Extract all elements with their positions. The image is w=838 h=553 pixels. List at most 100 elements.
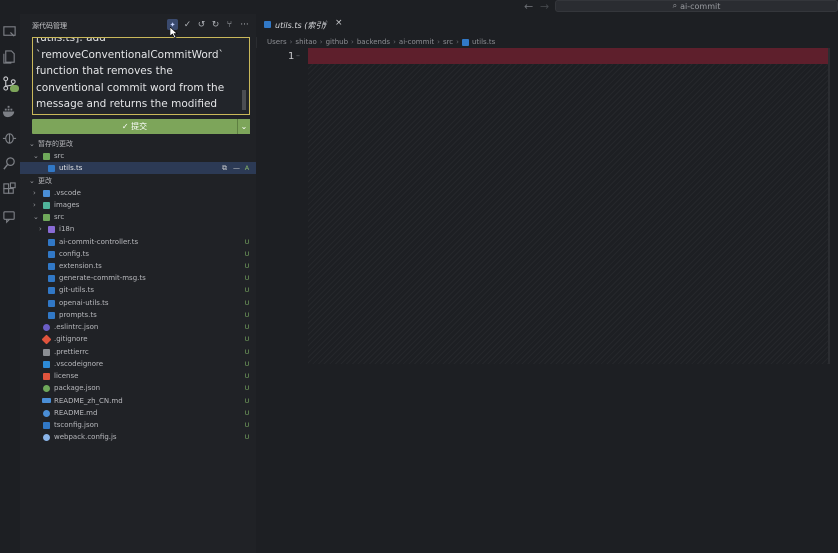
tree-row-file[interactable]: webpack.config.js U <box>20 431 256 443</box>
tree-row-folder[interactable]: › i18n <box>20 223 268 235</box>
changes-header[interactable]: ⌄ 更改 45 <box>20 175 269 187</box>
chevron-right-icon: › <box>351 38 354 46</box>
typescript-file-icon <box>48 251 55 258</box>
file-status: U <box>244 286 250 294</box>
breadcrumb-item[interactable]: ai-commit <box>399 38 434 46</box>
file-status: U <box>244 250 250 258</box>
file-status: U <box>244 323 250 331</box>
explorer-files-icon[interactable] <box>2 49 17 64</box>
typescript-file-icon <box>48 263 55 270</box>
typescript-file-icon <box>264 21 271 28</box>
commit-check-icon[interactable]: ✓ <box>182 19 193 30</box>
tree-row-label: .vscodeignore <box>54 360 104 368</box>
tree-row-label: license <box>54 372 79 380</box>
run-debug-icon[interactable] <box>2 130 17 145</box>
tree-row-file[interactable]: .vscodeignore U <box>20 358 256 370</box>
tree-row-file[interactable]: openai-utils.ts U <box>20 297 256 309</box>
breadcrumb-item[interactable]: github <box>326 38 348 46</box>
staged-folder-row[interactable]: ⌄ src <box>20 150 268 162</box>
source-control-icon[interactable] <box>2 76 19 92</box>
commit-button[interactable]: ✓ 提交 <box>32 119 237 134</box>
staged-changes-header[interactable]: ⌄ 暂存的更改 1 <box>20 138 272 150</box>
panel-title: 源代码管理 <box>32 22 67 30</box>
history-icon[interactable]: ↺ <box>196 19 207 30</box>
tree-row-file[interactable]: README_zh_CN.md U <box>20 395 256 407</box>
forward-arrow-icon[interactable]: → <box>540 0 549 13</box>
commit-message-text: [utils.ts]: add `removeConventionalCommi… <box>36 37 225 110</box>
file-status: U <box>244 311 250 319</box>
file-status: U <box>244 238 250 246</box>
chat-icon[interactable] <box>2 209 17 224</box>
back-arrow-icon[interactable]: ← <box>524 0 533 13</box>
graph-icon[interactable]: ⑂ <box>224 19 235 30</box>
commit-message-scrollbar[interactable] <box>242 90 246 110</box>
tree-row-file[interactable]: generate-commit-msg.ts U <box>20 272 256 284</box>
tree-row-folder[interactable]: › images <box>20 199 268 211</box>
commit-message-input[interactable]: [utils.ts]: add `removeConventionalCommi… <box>32 37 250 115</box>
license-file-icon <box>43 373 50 380</box>
diff-deleted-line[interactable] <box>308 48 828 64</box>
editor-scrollbar[interactable] <box>828 48 830 364</box>
file-status: U <box>244 335 250 343</box>
open-file-icon[interactable]: ⧉ <box>222 164 227 173</box>
search-icon[interactable] <box>2 156 17 171</box>
remote-explorer-icon[interactable] <box>2 24 17 39</box>
file-status: U <box>244 262 250 270</box>
file-status: U <box>244 384 250 392</box>
tree-row-file[interactable]: .eslintrc.json U <box>20 321 256 333</box>
tree-row-folder[interactable]: › .vscode <box>20 187 268 199</box>
typescript-file-icon <box>48 275 55 282</box>
commit-dropdown-chevron-icon[interactable]: ⌄ <box>237 119 250 134</box>
tree-row-file[interactable]: prompts.ts U <box>20 309 256 321</box>
refresh-icon[interactable]: ↻ <box>210 19 221 30</box>
typescript-file-icon <box>48 165 55 172</box>
tsconfig-file-icon <box>43 422 50 429</box>
tree-row-label: README_zh_CN.md <box>54 397 123 405</box>
extensions-icon[interactable] <box>2 182 17 197</box>
command-center-label: ai-commit <box>680 1 721 11</box>
tree-row-label: tsconfig.json <box>54 421 99 429</box>
breadcrumb-item[interactable]: backends <box>357 38 390 46</box>
breadcrumb-item[interactable]: utils.ts <box>472 38 495 46</box>
breadcrumb-item[interactable]: shitao <box>295 38 316 46</box>
fold-indicator-icon[interactable]: – <box>296 51 300 60</box>
tree-row-label: .vscode <box>54 189 81 197</box>
tree-row-file[interactable]: extension.ts U <box>20 260 256 272</box>
editor-tab[interactable]: utils.ts (索引) 🔓︎ × <box>256 17 348 35</box>
file-status: U <box>244 299 250 307</box>
tree-row-file[interactable]: tsconfig.json U <box>20 419 256 431</box>
tree-row-file[interactable]: git-utils.ts U <box>20 284 256 296</box>
tree-row-label: git-utils.ts <box>59 286 94 294</box>
file-status: U <box>244 360 250 368</box>
tree-row-file[interactable]: ai-commit-controller.ts U <box>20 236 256 248</box>
tree-row-file[interactable]: README.md U <box>20 407 256 419</box>
chevron-right-icon: › <box>39 225 42 233</box>
lock-icon: 🔓︎ <box>323 19 328 27</box>
line-number: 1 <box>288 51 295 62</box>
diff-empty-region <box>308 64 828 364</box>
chevron-right-icon: › <box>456 38 459 46</box>
typescript-file-icon <box>48 312 55 319</box>
mouse-pointer-icon <box>170 27 178 38</box>
tree-row-file[interactable]: .gitignore U <box>20 333 256 345</box>
chevron-down-icon: ⌄ <box>29 140 35 148</box>
tree-row-label: .prettierrc <box>54 348 89 356</box>
search-icon: ⌕ <box>672 1 678 10</box>
tree-row-file[interactable]: package.json U <box>20 382 256 394</box>
staged-changes-label: 暂存的更改 <box>38 140 73 148</box>
breadcrumb-item[interactable]: src <box>443 38 453 46</box>
tree-row-file[interactable]: config.ts U <box>20 248 256 260</box>
command-center-search[interactable]: ⌕ ai-commit <box>555 0 838 12</box>
tree-row-label: ai-commit-controller.ts <box>59 238 139 246</box>
tree-row-file[interactable]: license U <box>20 370 256 382</box>
more-actions-icon[interactable]: ··· <box>239 19 250 30</box>
webpack-file-icon <box>43 434 50 441</box>
breadcrumb-item[interactable]: Users <box>267 38 287 46</box>
tree-row-folder[interactable]: ⌄ src <box>20 211 268 223</box>
close-icon[interactable]: × <box>335 18 343 28</box>
chevron-down-icon: ⌄ <box>33 213 39 221</box>
unstage-minus-icon[interactable]: — <box>233 164 240 172</box>
docker-icon[interactable] <box>2 104 17 119</box>
tree-row-file[interactable]: .prettierrc U <box>20 346 256 358</box>
staged-file-row[interactable]: utils.ts ⧉ — A <box>20 162 256 174</box>
